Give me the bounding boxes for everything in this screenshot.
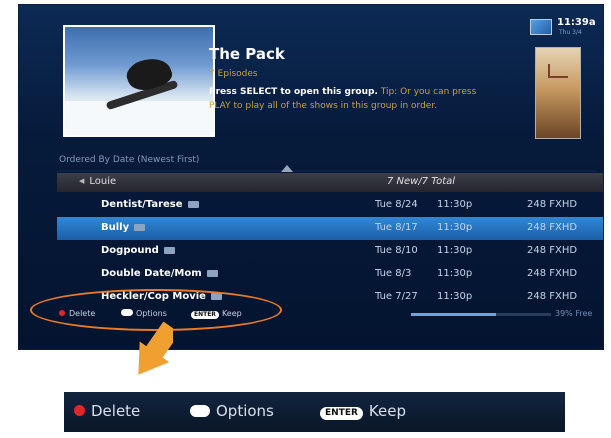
recording-name: Dentist/Tarese bbox=[101, 199, 183, 210]
recording-date: Tue 8/17 bbox=[375, 222, 418, 233]
hd-badge-icon bbox=[163, 246, 175, 254]
zoom-keep-hint[interactable]: ENTER Keep bbox=[320, 402, 406, 421]
red-dot-icon bbox=[74, 405, 85, 416]
hd-badge-icon bbox=[187, 200, 199, 208]
disk-usage-bar bbox=[411, 313, 551, 316]
options-key-icon bbox=[190, 405, 210, 417]
tv-icon bbox=[530, 19, 552, 35]
divider bbox=[57, 170, 597, 172]
recording-row-selected[interactable]: Bully Tue 8/17 11:30p 248 FXHD bbox=[57, 217, 603, 240]
recording-row[interactable]: Double Date/Mom Tue 8/3 11:30p 248 FXHD bbox=[57, 263, 603, 286]
show-thumbnail bbox=[63, 25, 215, 137]
recording-date: Tue 8/24 bbox=[375, 199, 418, 210]
scroll-up-icon bbox=[281, 165, 293, 172]
hd-badge-icon bbox=[134, 223, 146, 231]
show-title: The Pack bbox=[209, 45, 285, 63]
recording-channel: 248 FXHD bbox=[527, 291, 578, 302]
zoom-delete-hint[interactable]: Delete bbox=[74, 402, 140, 420]
recording-time: 11:30p bbox=[437, 291, 473, 302]
recording-time: 11:30p bbox=[437, 199, 473, 210]
disk-free-label: 39% Free bbox=[555, 309, 593, 318]
clock-time: 11:39a bbox=[557, 17, 596, 28]
sort-order-label: Ordered By Date (Newest First) bbox=[59, 155, 200, 165]
recording-time: 11:30p bbox=[437, 245, 473, 256]
group-header[interactable]: Louie 7 New/7 Total bbox=[57, 173, 603, 192]
recording-row[interactable]: Dogpound Tue 8/10 11:30p 248 FXHD bbox=[57, 240, 603, 263]
recording-channel: 248 FXHD bbox=[527, 199, 578, 210]
recording-time: 11:30p bbox=[437, 222, 473, 233]
recording-time: 11:30p bbox=[437, 268, 473, 279]
group-name: Louie bbox=[79, 176, 116, 187]
recording-date: Tue 7/27 bbox=[375, 291, 418, 302]
show-description: Press SELECT to open this group. Tip: Or… bbox=[209, 85, 499, 113]
enter-key-icon: ENTER bbox=[320, 407, 363, 420]
recording-channel: 248 FXHD bbox=[527, 268, 578, 279]
arrow-down-icon bbox=[138, 322, 173, 375]
recording-date: Tue 8/10 bbox=[375, 245, 418, 256]
clock-date: Thu 3/4 bbox=[559, 29, 582, 36]
episode-count: 7 Episodes bbox=[209, 69, 258, 79]
group-count: 7 New/7 Total bbox=[387, 176, 456, 187]
zoom-options-hint[interactable]: Options bbox=[190, 402, 274, 420]
recording-channel: 248 FXHD bbox=[527, 245, 578, 256]
recording-name: Double Date/Mom bbox=[101, 268, 202, 279]
recording-name: Dogpound bbox=[101, 245, 159, 256]
hd-badge-icon bbox=[206, 269, 218, 277]
recording-name: Bully bbox=[101, 222, 130, 233]
poster-image bbox=[535, 47, 581, 139]
legend-zoom: Delete Options ENTER Keep bbox=[64, 392, 565, 432]
recording-date: Tue 8/3 bbox=[375, 268, 412, 279]
recording-row[interactable]: Dentist/Tarese Tue 8/24 11:30p 248 FXHD bbox=[57, 194, 603, 217]
recording-channel: 248 FXHD bbox=[527, 222, 578, 233]
desc-bold: Press SELECT to open this group. bbox=[209, 87, 378, 97]
